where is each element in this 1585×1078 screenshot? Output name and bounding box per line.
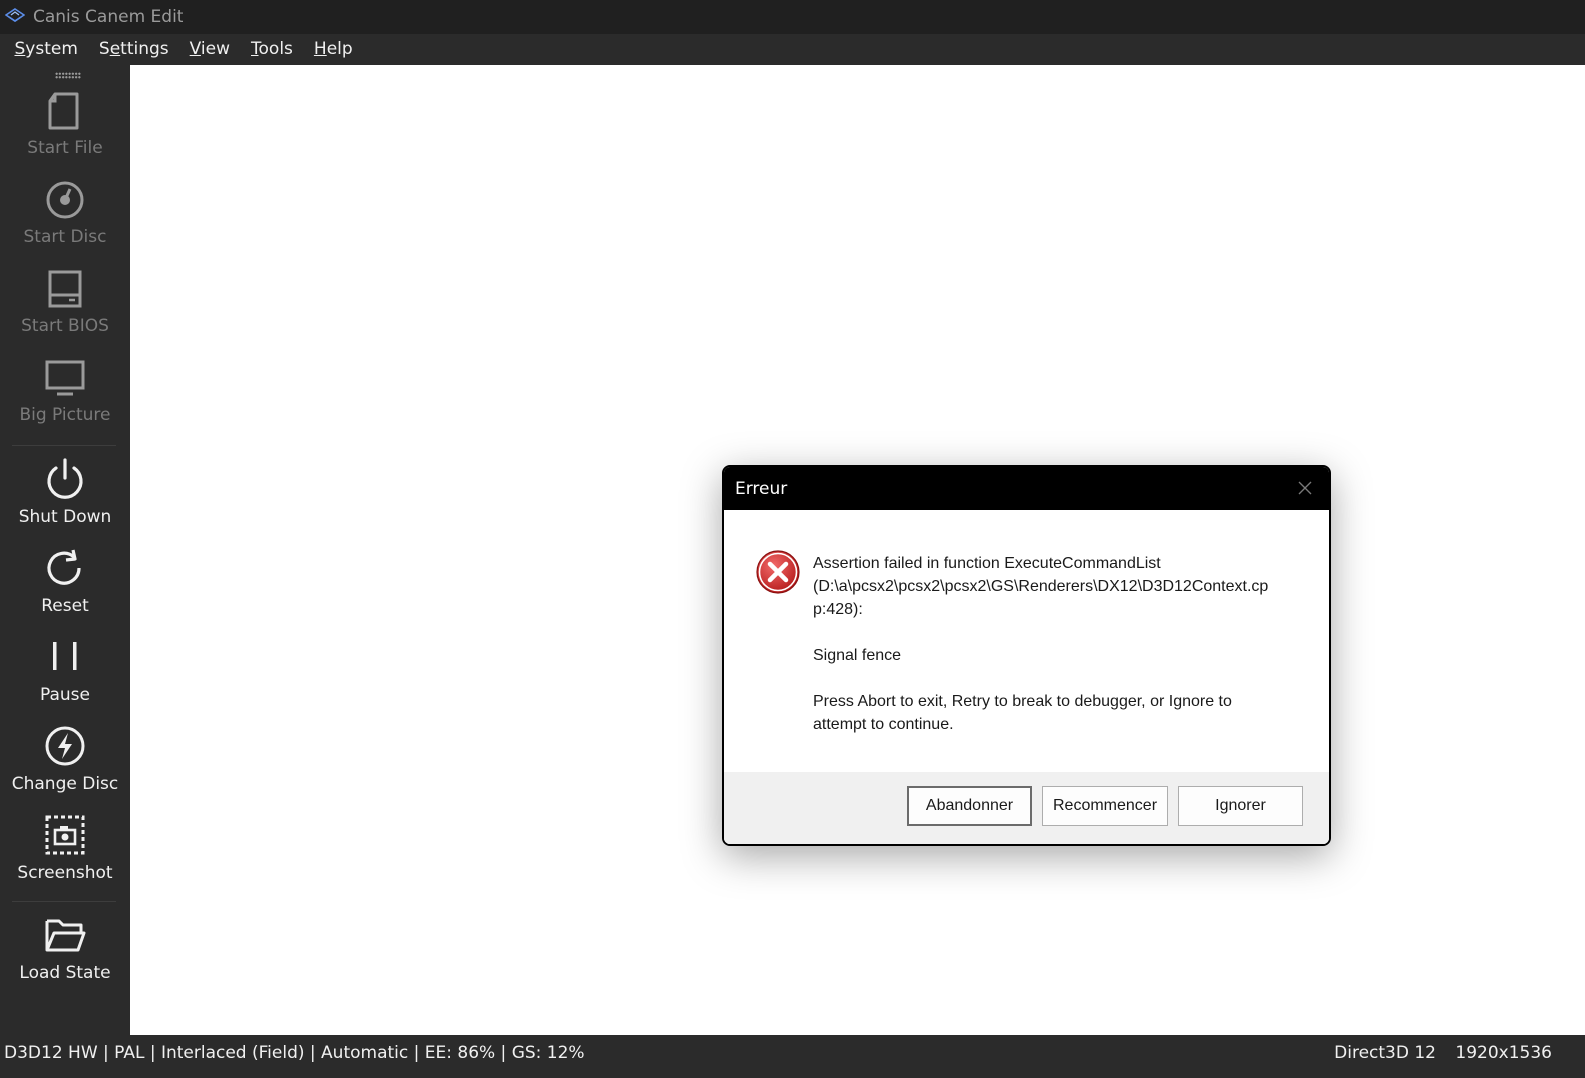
main-window: Canis Canem Edit System Settings View To…	[0, 0, 1585, 1078]
menu-bar: System Settings View Tools Help	[0, 34, 1585, 65]
start-file-button[interactable]: Start File	[0, 90, 130, 176]
status-renderer: Direct3D 12	[1334, 1043, 1436, 1063]
message-hint: attempt to continue.	[813, 716, 954, 733]
app-logo-icon	[5, 7, 25, 27]
status-resolution: 1920x1536	[1455, 1043, 1552, 1063]
change-disc-button[interactable]: Change Disc	[0, 724, 130, 810]
monitor-icon	[45, 360, 85, 396]
message-line: Assertion failed in function ExecuteComm…	[813, 555, 1161, 572]
menu-system[interactable]: System	[4, 34, 88, 65]
menu-tools[interactable]: Tools	[241, 34, 304, 65]
change-disc-label: Change Disc	[11, 774, 119, 794]
message-line: p:428):	[813, 601, 863, 618]
menu-settings[interactable]: Settings	[88, 34, 179, 65]
status-right: Direct3D 12 1920x1536	[1320, 1043, 1552, 1063]
shut-down-button[interactable]: Shut Down	[0, 457, 130, 543]
retry-button[interactable]: Recommencer	[1042, 786, 1168, 826]
ignore-button[interactable]: Ignorer	[1178, 786, 1303, 826]
shut-down-label: Shut Down	[18, 507, 112, 527]
big-picture-label: Big Picture	[19, 405, 111, 425]
dialog-footer: Abandonner Recommencer Ignorer	[724, 772, 1329, 844]
title-bar: Canis Canem Edit	[0, 0, 1585, 34]
pause-icon	[53, 642, 77, 670]
start-disc-label: Start Disc	[23, 227, 107, 247]
close-icon[interactable]	[1294, 477, 1316, 499]
reset-icon	[47, 549, 81, 585]
start-bios-button[interactable]: Start BIOS	[0, 268, 130, 354]
start-bios-label: Start BIOS	[21, 316, 109, 336]
dialog-title-bar: Erreur	[724, 467, 1329, 510]
reset-button[interactable]: Reset	[0, 546, 130, 632]
pause-label: Pause	[40, 685, 90, 705]
change-disc-icon	[45, 726, 85, 766]
dialog-title: Erreur	[735, 478, 788, 499]
big-picture-button[interactable]: Big Picture	[0, 357, 130, 443]
screenshot-icon	[45, 815, 85, 855]
toolbar: Start File Start Disc Start BIOS Big Pic…	[0, 65, 130, 1035]
pause-button[interactable]: Pause	[0, 635, 130, 721]
abort-button[interactable]: Abandonner	[907, 786, 1032, 826]
error-dialog: Erreur Assertion failed in function Exec…	[722, 465, 1331, 846]
disc-icon	[46, 181, 84, 219]
menu-help[interactable]: Help	[303, 34, 363, 65]
folder-open-icon	[45, 919, 86, 952]
menu-view[interactable]: View	[179, 34, 240, 65]
reset-label: Reset	[41, 596, 89, 616]
start-file-label: Start File	[27, 138, 103, 158]
load-state-label: Load State	[19, 963, 111, 983]
dialog-message: Assertion failed in function ExecuteComm…	[813, 552, 1293, 736]
status-bar: D3D12 HW | PAL | Interlaced (Field) | Au…	[0, 1035, 1585, 1078]
file-icon	[48, 92, 79, 130]
toolbar-grip[interactable]	[55, 72, 81, 79]
window-title: Canis Canem Edit	[33, 7, 184, 27]
error-icon	[755, 549, 801, 599]
message-detail: Signal fence	[813, 647, 902, 664]
screenshot-label: Screenshot	[17, 863, 113, 883]
start-disc-button[interactable]: Start Disc	[0, 179, 130, 265]
message-line: (D:\a\pcsx2\pcsx2\pcsx2\GS\Renderers\DX1…	[813, 578, 1269, 595]
toolbar-separator	[12, 445, 116, 446]
toolbar-separator	[12, 901, 116, 902]
dialog-body: Assertion failed in function ExecuteComm…	[724, 510, 1329, 844]
load-state-button[interactable]: Load State	[0, 913, 130, 999]
status-performance-text: D3D12 HW | PAL | Interlaced (Field) | Au…	[4, 1043, 585, 1063]
power-icon	[47, 458, 83, 499]
bios-chip-icon	[48, 270, 82, 308]
screenshot-button[interactable]: Screenshot	[0, 813, 130, 899]
message-hint: Press Abort to exit, Retry to break to d…	[813, 693, 1232, 710]
